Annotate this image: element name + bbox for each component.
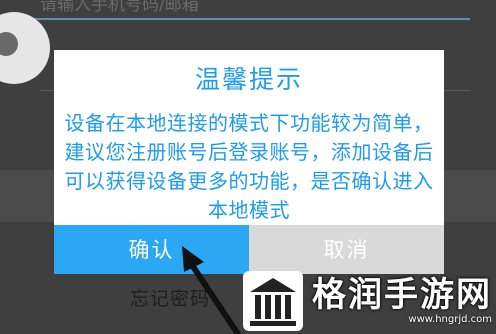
confirm-button[interactable]: 确认 (54, 224, 249, 274)
watermark-text: 格润手游网 www.hngrjd.com (312, 276, 492, 326)
watermark: 格润手游网 www.hngrjd.com (232, 268, 496, 334)
watermark-url: www.hngrjd.com (408, 314, 492, 325)
watermark-logo-icon (243, 271, 303, 331)
tip-dialog: 温馨提示 设备在本地连接的模式下功能较为简单，建议您注册账号后登录账号，添加设备… (54, 50, 444, 274)
dialog-actions: 确认 取消 (54, 224, 444, 274)
dialog-title: 温馨提示 (194, 65, 303, 95)
dialog-message: 设备在本地连接的模式下功能较为简单，建议您注册账号后登录账号，添加设备后可以获得… (64, 110, 434, 222)
watermark-title: 格润手游网 (312, 275, 492, 315)
forgot-password-link[interactable]: 忘记密码 (130, 284, 210, 311)
cancel-button[interactable]: 取消 (249, 224, 444, 274)
username-placeholder: 请输入手机号码/邮箱 (40, 0, 199, 15)
